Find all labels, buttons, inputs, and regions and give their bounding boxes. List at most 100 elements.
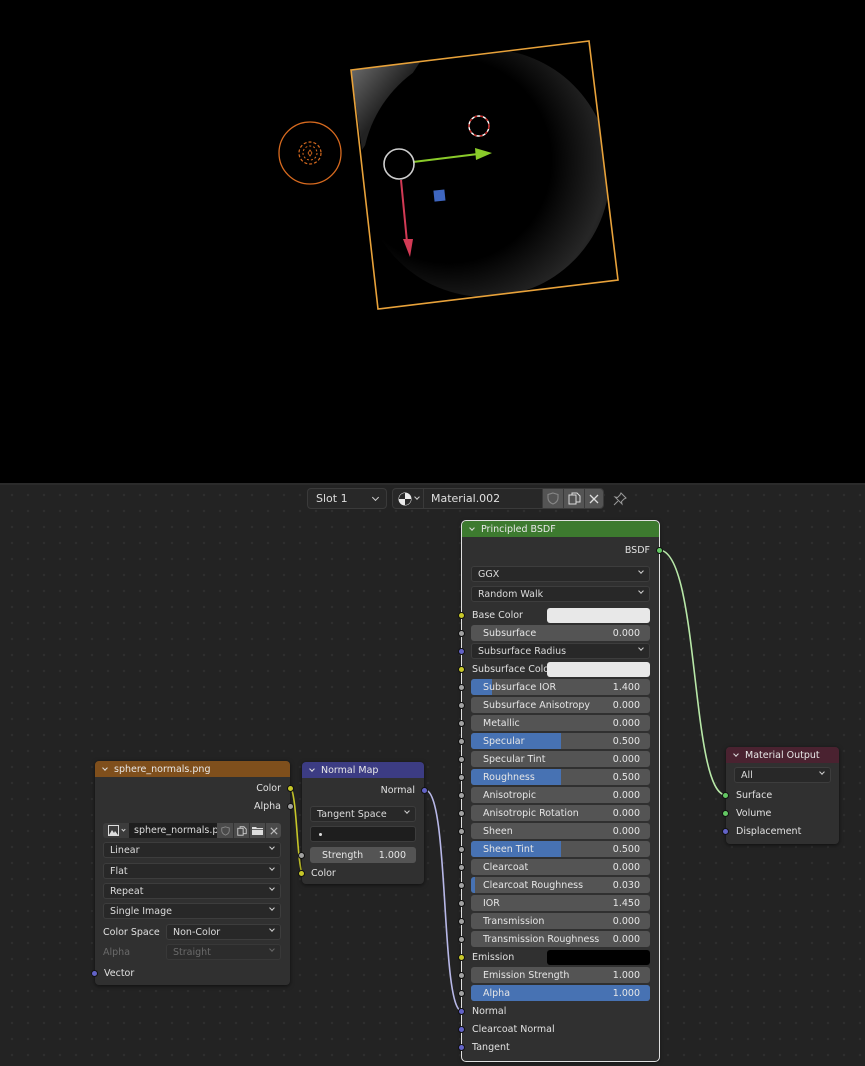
subsurface-method-dropdown[interactable]: Random Walk	[471, 586, 650, 602]
color-space-dropdown[interactable]: Non-Color	[166, 924, 281, 940]
input-socket-emission[interactable]	[458, 954, 465, 961]
input-socket-subsurface-color[interactable]	[458, 666, 465, 673]
collapse-chevron-icon[interactable]	[469, 525, 475, 531]
collapse-chevron-icon[interactable]	[102, 765, 108, 771]
ior-slider[interactable]: IOR 1.450	[471, 895, 650, 911]
input-socket-anisotropic-rotation[interactable]	[458, 810, 465, 817]
output-socket-alpha[interactable]	[287, 803, 294, 810]
uv-map-field[interactable]	[310, 826, 416, 842]
material-output-node-header[interactable]: Material Output	[726, 747, 839, 763]
principled-bsdf-node[interactable]: Principled BSDF BSDF GGX Random Walk Bas…	[458, 520, 663, 1062]
clearcoat-roughness-slider[interactable]: Clearcoat Roughness 0.030	[471, 877, 650, 893]
input-socket-alpha[interactable]	[458, 990, 465, 997]
anisotropic-slider[interactable]: Anisotropic 0.000	[471, 787, 650, 803]
unlink-image-button[interactable]	[265, 823, 281, 838]
metallic-slider[interactable]: Metallic 0.000	[471, 715, 650, 731]
output-socket-color[interactable]	[287, 785, 294, 792]
image-name-field[interactable]: sphere_normals.png	[129, 823, 217, 838]
input-socket-specular[interactable]	[458, 738, 465, 745]
sheen-slider[interactable]: Sheen 0.000	[471, 823, 650, 839]
input-socket-transmission-roughness[interactable]	[458, 936, 465, 943]
light-object[interactable]	[278, 121, 342, 185]
material-slot-dropdown[interactable]: Slot 1	[307, 488, 387, 509]
input-socket-transmission[interactable]	[458, 918, 465, 925]
extension-value: Repeat	[110, 885, 144, 897]
image-selector[interactable]: sphere_normals.png	[103, 823, 281, 838]
input-socket-color[interactable]	[298, 870, 305, 877]
specular-tint-slider[interactable]: Specular Tint 0.000	[471, 751, 650, 767]
output-socket-bsdf[interactable]	[656, 547, 663, 554]
source-dropdown[interactable]: Single Image	[103, 903, 281, 919]
input-socket-metallic[interactable]	[458, 720, 465, 727]
subsurface-anisotropy-slider[interactable]: Subsurface Anisotropy 0.000	[471, 697, 650, 713]
subsurface-radius-dropdown[interactable]: Subsurface Radius	[471, 643, 650, 659]
emission-strength-slider[interactable]: Emission Strength 1.000	[471, 967, 650, 983]
input-socket-strength[interactable]	[298, 852, 305, 859]
input-socket-subsurface[interactable]	[458, 630, 465, 637]
input-socket-roughness[interactable]	[458, 774, 465, 781]
strength-slider[interactable]: Strength 1.000	[310, 847, 416, 863]
input-socket-normal[interactable]	[458, 1008, 465, 1015]
input-socket-clearcoat[interactable]	[458, 864, 465, 871]
input-socket-displacement[interactable]	[722, 828, 729, 835]
gizmo-plane-handle-square[interactable]	[433, 189, 446, 202]
output-socket-normal[interactable]	[421, 787, 428, 794]
roughness-slider[interactable]: Roughness 0.500	[471, 769, 650, 785]
input-socket-sheen[interactable]	[458, 828, 465, 835]
input-socket-subsurface-ior[interactable]	[458, 684, 465, 691]
duplicate-image-button[interactable]	[233, 823, 249, 838]
image-texture-node-header[interactable]: sphere_normals.png	[95, 761, 290, 777]
input-socket-ior[interactable]	[458, 900, 465, 907]
input-socket-sheen-tint[interactable]	[458, 846, 465, 853]
distribution-dropdown[interactable]: GGX	[471, 566, 650, 582]
specular-slider[interactable]: Specular 0.500	[471, 733, 650, 749]
alpha-slider[interactable]: Alpha 1.000	[471, 985, 650, 1001]
input-socket-subsurface-anisotropy[interactable]	[458, 702, 465, 709]
sheen-tint-slider[interactable]: Sheen Tint 0.500	[471, 841, 650, 857]
input-socket-base-color[interactable]	[458, 612, 465, 619]
target-dropdown[interactable]: All	[734, 767, 831, 783]
normal-map-node-header[interactable]: Normal Map	[302, 762, 424, 778]
collapse-chevron-icon[interactable]	[309, 766, 315, 772]
material-output-node[interactable]: Material Output All Surface Volume Displ…	[722, 747, 839, 844]
base-color-swatch[interactable]	[547, 608, 650, 623]
input-socket-subsurface-radius[interactable]	[458, 648, 465, 655]
material-selector[interactable]: Material.002	[392, 488, 604, 509]
subsurface-color-swatch[interactable]	[547, 662, 650, 677]
anisotropic-rotation-slider[interactable]: Anisotropic Rotation 0.000	[471, 805, 650, 821]
space-dropdown[interactable]: Tangent Space	[310, 806, 416, 822]
clearcoat-slider[interactable]: Clearcoat 0.000	[471, 859, 650, 875]
input-socket-tangent[interactable]	[458, 1044, 465, 1051]
principled-bsdf-node-header[interactable]: Principled BSDF	[462, 521, 659, 537]
browse-image-button[interactable]	[103, 823, 129, 838]
normal-map-node[interactable]: Normal Map Normal Tangent Space Strength…	[298, 762, 428, 884]
subsurface-slider[interactable]: Subsurface 0.000	[471, 625, 650, 641]
fake-user-button[interactable]	[542, 489, 563, 508]
open-image-button[interactable]	[249, 823, 265, 838]
unlink-material-button[interactable]	[584, 489, 603, 508]
input-socket-surface[interactable]	[722, 792, 729, 799]
image-texture-node[interactable]: sphere_normals.png Color Alpha sphere_no…	[91, 761, 294, 985]
input-socket-anisotropic[interactable]	[458, 792, 465, 799]
fake-user-button[interactable]	[217, 823, 233, 838]
pin-button[interactable]	[610, 489, 630, 509]
emission-color-swatch[interactable]	[547, 950, 650, 965]
browse-material-button[interactable]	[393, 489, 424, 508]
subsurface-ior-slider[interactable]: Subsurface IOR 1.400	[471, 679, 650, 695]
3d-viewport[interactable]	[0, 0, 865, 483]
plane-object[interactable]	[350, 40, 619, 310]
input-socket-specular-tint[interactable]	[458, 756, 465, 763]
interpolation-dropdown[interactable]: Linear	[103, 842, 281, 858]
extension-dropdown[interactable]: Repeat	[103, 883, 281, 899]
projection-dropdown[interactable]: Flat	[103, 863, 281, 879]
duplicate-material-button[interactable]	[563, 489, 584, 508]
input-socket-clearcoat-roughness[interactable]	[458, 882, 465, 889]
material-name-field[interactable]: Material.002	[424, 492, 542, 505]
collapse-chevron-icon[interactable]	[733, 751, 739, 757]
transmission-slider[interactable]: Transmission 0.000	[471, 913, 650, 929]
input-socket-emission-strength[interactable]	[458, 972, 465, 979]
transmission-roughness-slider[interactable]: Transmission Roughness 0.000	[471, 931, 650, 947]
input-socket-vector[interactable]	[91, 970, 98, 977]
input-socket-clearcoat-normal[interactable]	[458, 1026, 465, 1033]
input-socket-volume[interactable]	[722, 810, 729, 817]
